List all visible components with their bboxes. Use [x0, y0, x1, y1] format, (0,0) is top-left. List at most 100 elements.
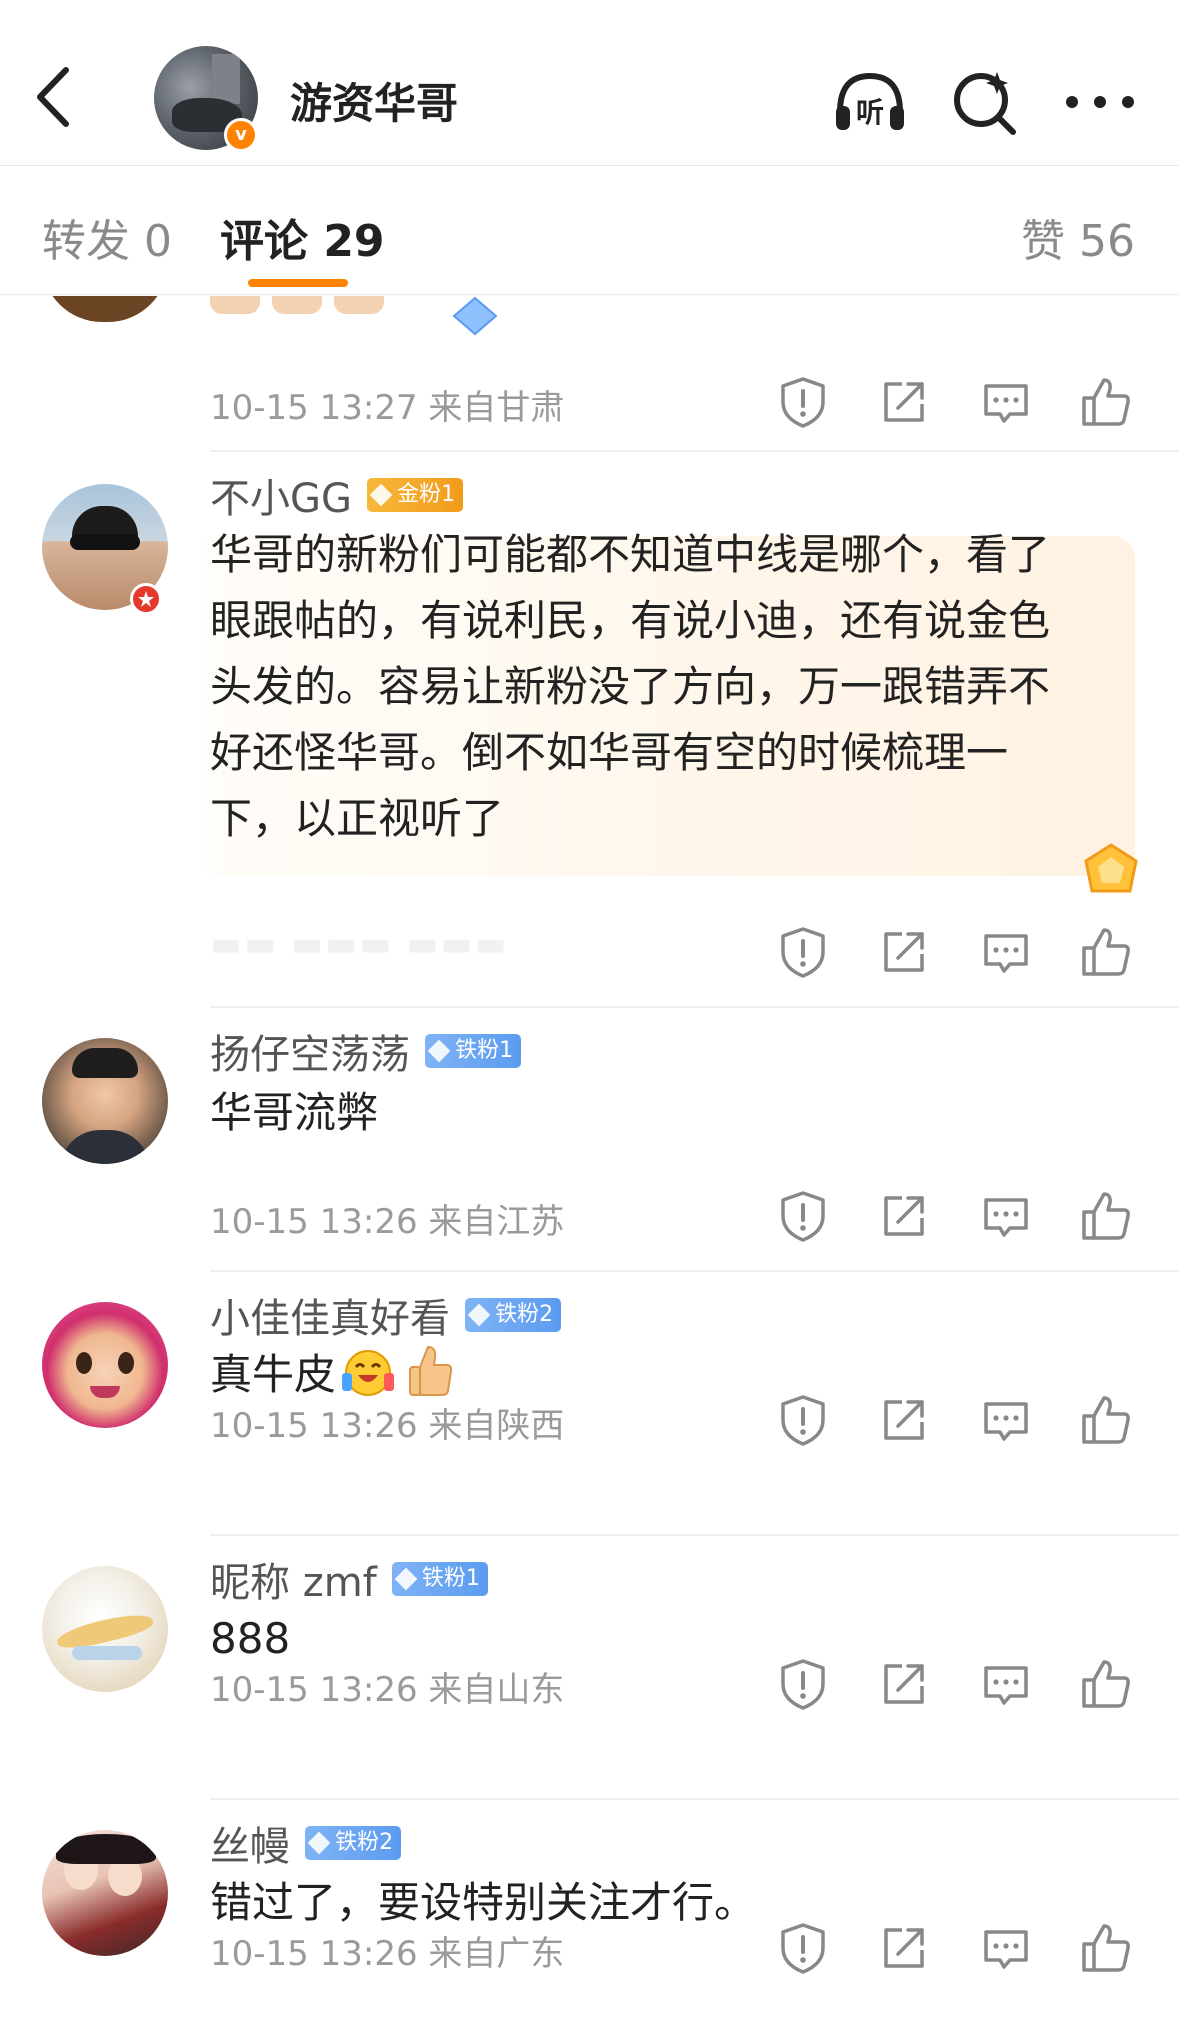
report-button[interactable]: [775, 1392, 831, 1448]
divider: [210, 1534, 1179, 1536]
more-button[interactable]: [1060, 62, 1140, 142]
like-button[interactable]: [1078, 1392, 1134, 1448]
listen-button[interactable]: 听: [830, 62, 910, 142]
headphones-icon: 听: [836, 72, 904, 130]
like-button[interactable]: [1078, 1188, 1134, 1244]
thumbs-up-icon: [1082, 928, 1130, 976]
comment-bubble-icon: [984, 1198, 1028, 1237]
member-star-badge: [130, 583, 162, 615]
avatar[interactable]: [42, 296, 168, 322]
comment-header: 昵称 zmf 铁粉1: [210, 1550, 488, 1606]
share-button[interactable]: [876, 1656, 932, 1712]
shield-alert-icon: [781, 377, 825, 428]
username[interactable]: 昵称 zmf: [210, 1550, 377, 1608]
back-button[interactable]: [28, 62, 78, 132]
fan-level-badge: 铁粉2: [465, 1298, 562, 1332]
comment-bubble-icon: [984, 1402, 1028, 1441]
fan-level-badge: 金粉1: [367, 478, 464, 512]
shield-alert-icon: [781, 927, 825, 978]
avatar[interactable]: [42, 1566, 168, 1692]
like-button[interactable]: [1078, 374, 1134, 430]
tab-comments[interactable]: 评论 29: [220, 205, 385, 269]
share-button[interactable]: [876, 1188, 932, 1244]
share-icon: [884, 1664, 924, 1704]
comment-meta: [210, 924, 1150, 984]
comment-list[interactable]: 10-15 13:27 来自甘肃 不小GG 金粉1 华哥的新粉们可能都不知道中线…: [0, 296, 1179, 2040]
diamond-icon: [427, 1039, 451, 1063]
share-button[interactable]: [876, 374, 932, 430]
comment-time-location: 10-15 13:26 来自广东: [210, 1934, 565, 1974]
fan-level-badge: 铁粉1: [425, 1034, 522, 1068]
share-icon: [884, 1196, 924, 1236]
author-name[interactable]: 游资华哥: [290, 70, 458, 131]
username[interactable]: 不小GG: [210, 466, 352, 524]
shield-alert-icon: [781, 1191, 825, 1242]
comment-bubble-icon: [984, 384, 1028, 423]
share-icon: [884, 1400, 924, 1440]
diamond-icon: [467, 1303, 491, 1327]
divider: [210, 1270, 1179, 1272]
reply-button[interactable]: [978, 924, 1034, 980]
like-button[interactable]: [1078, 924, 1134, 980]
shield-alert-icon: [781, 1923, 825, 1974]
username[interactable]: 小佳佳真好看: [210, 1286, 450, 1344]
avatar[interactable]: [42, 1038, 168, 1164]
thumbs-up-icon: [1082, 378, 1130, 426]
crown-icon: [369, 483, 393, 507]
reply-button[interactable]: [978, 1920, 1034, 1976]
comment-time-location: 10-15 13:26 来自陕西: [210, 1406, 565, 1446]
share-button[interactable]: [876, 1392, 932, 1448]
divider: [210, 450, 1179, 452]
more-icon: [1066, 96, 1134, 108]
comment-header: 丝幔 铁粉2: [210, 1814, 402, 1870]
avatar[interactable]: [42, 1830, 168, 1956]
comment-bubble-icon: [984, 1930, 1028, 1969]
reply-button[interactable]: [978, 1188, 1034, 1244]
comment-tabs: 转发 0 评论 29 赞 56: [0, 167, 1179, 295]
thumbs-up-emoji-icon: [409, 1345, 453, 1396]
shield-alert-icon: [781, 1395, 825, 1446]
username[interactable]: 扬仔空荡荡: [210, 1022, 410, 1080]
username[interactable]: 丝幔: [210, 1814, 290, 1872]
reply-button[interactable]: [978, 374, 1034, 430]
thumbs-up-icon: [1082, 1660, 1130, 1708]
search-button[interactable]: [945, 62, 1025, 142]
report-button[interactable]: [775, 374, 831, 430]
like-button[interactable]: [1078, 1920, 1134, 1976]
shield-alert-icon: [781, 1659, 825, 1710]
comment-meta: 10-15 13:26 来自陕西: [210, 1392, 1150, 1452]
report-button[interactable]: [775, 1188, 831, 1244]
reply-button[interactable]: [978, 1392, 1034, 1448]
comment-time-location: 10-15 13:26 来自江苏: [210, 1202, 565, 1242]
thumbs-up-icon: [1082, 1396, 1130, 1444]
divider: [210, 1798, 1179, 1800]
comment-time-location: 10-15 13:27 来自甘肃: [210, 388, 565, 428]
search-sparkle-icon: [954, 72, 1016, 135]
like-button[interactable]: [1078, 1656, 1134, 1712]
tab-repost[interactable]: 转发 0: [42, 205, 172, 269]
report-button[interactable]: [775, 1920, 831, 1976]
verified-badge: v: [224, 118, 258, 152]
laughing-cheer-emoji-icon: [342, 1350, 395, 1396]
listen-label: 听: [856, 96, 884, 129]
reply-button[interactable]: [978, 1656, 1034, 1712]
fan-level-badge: 铁粉2: [305, 1826, 402, 1860]
share-button[interactable]: [876, 1920, 932, 1976]
fan-level-badge: 铁粉1: [391, 1562, 488, 1596]
report-button[interactable]: [775, 924, 831, 980]
comment-meta: 10-15 13:26 来自江苏: [210, 1188, 1150, 1248]
diamond-icon: [307, 1831, 331, 1855]
comment-text: 华哥的新粉们可能都不知道中线是哪个，看了 眼跟帖的，有说利民，有说小迪，还有说金…: [210, 530, 1051, 843]
share-button[interactable]: [876, 924, 932, 980]
share-icon: [884, 1928, 924, 1968]
comment-header: 扬仔空荡荡 铁粉1: [210, 1022, 522, 1078]
diamond-sticker-icon: [452, 296, 498, 336]
comment-bubble-icon: [984, 934, 1028, 973]
tab-likes[interactable]: 赞 56: [1021, 205, 1135, 269]
report-button[interactable]: [775, 1656, 831, 1712]
top-nav-bar: v 游资华哥 听: [0, 0, 1179, 166]
diamond-icon: [394, 1567, 418, 1591]
gold-medal-icon: [1084, 843, 1138, 893]
comment-text: 华哥流弊: [210, 1088, 379, 1137]
avatar[interactable]: [42, 1302, 168, 1428]
